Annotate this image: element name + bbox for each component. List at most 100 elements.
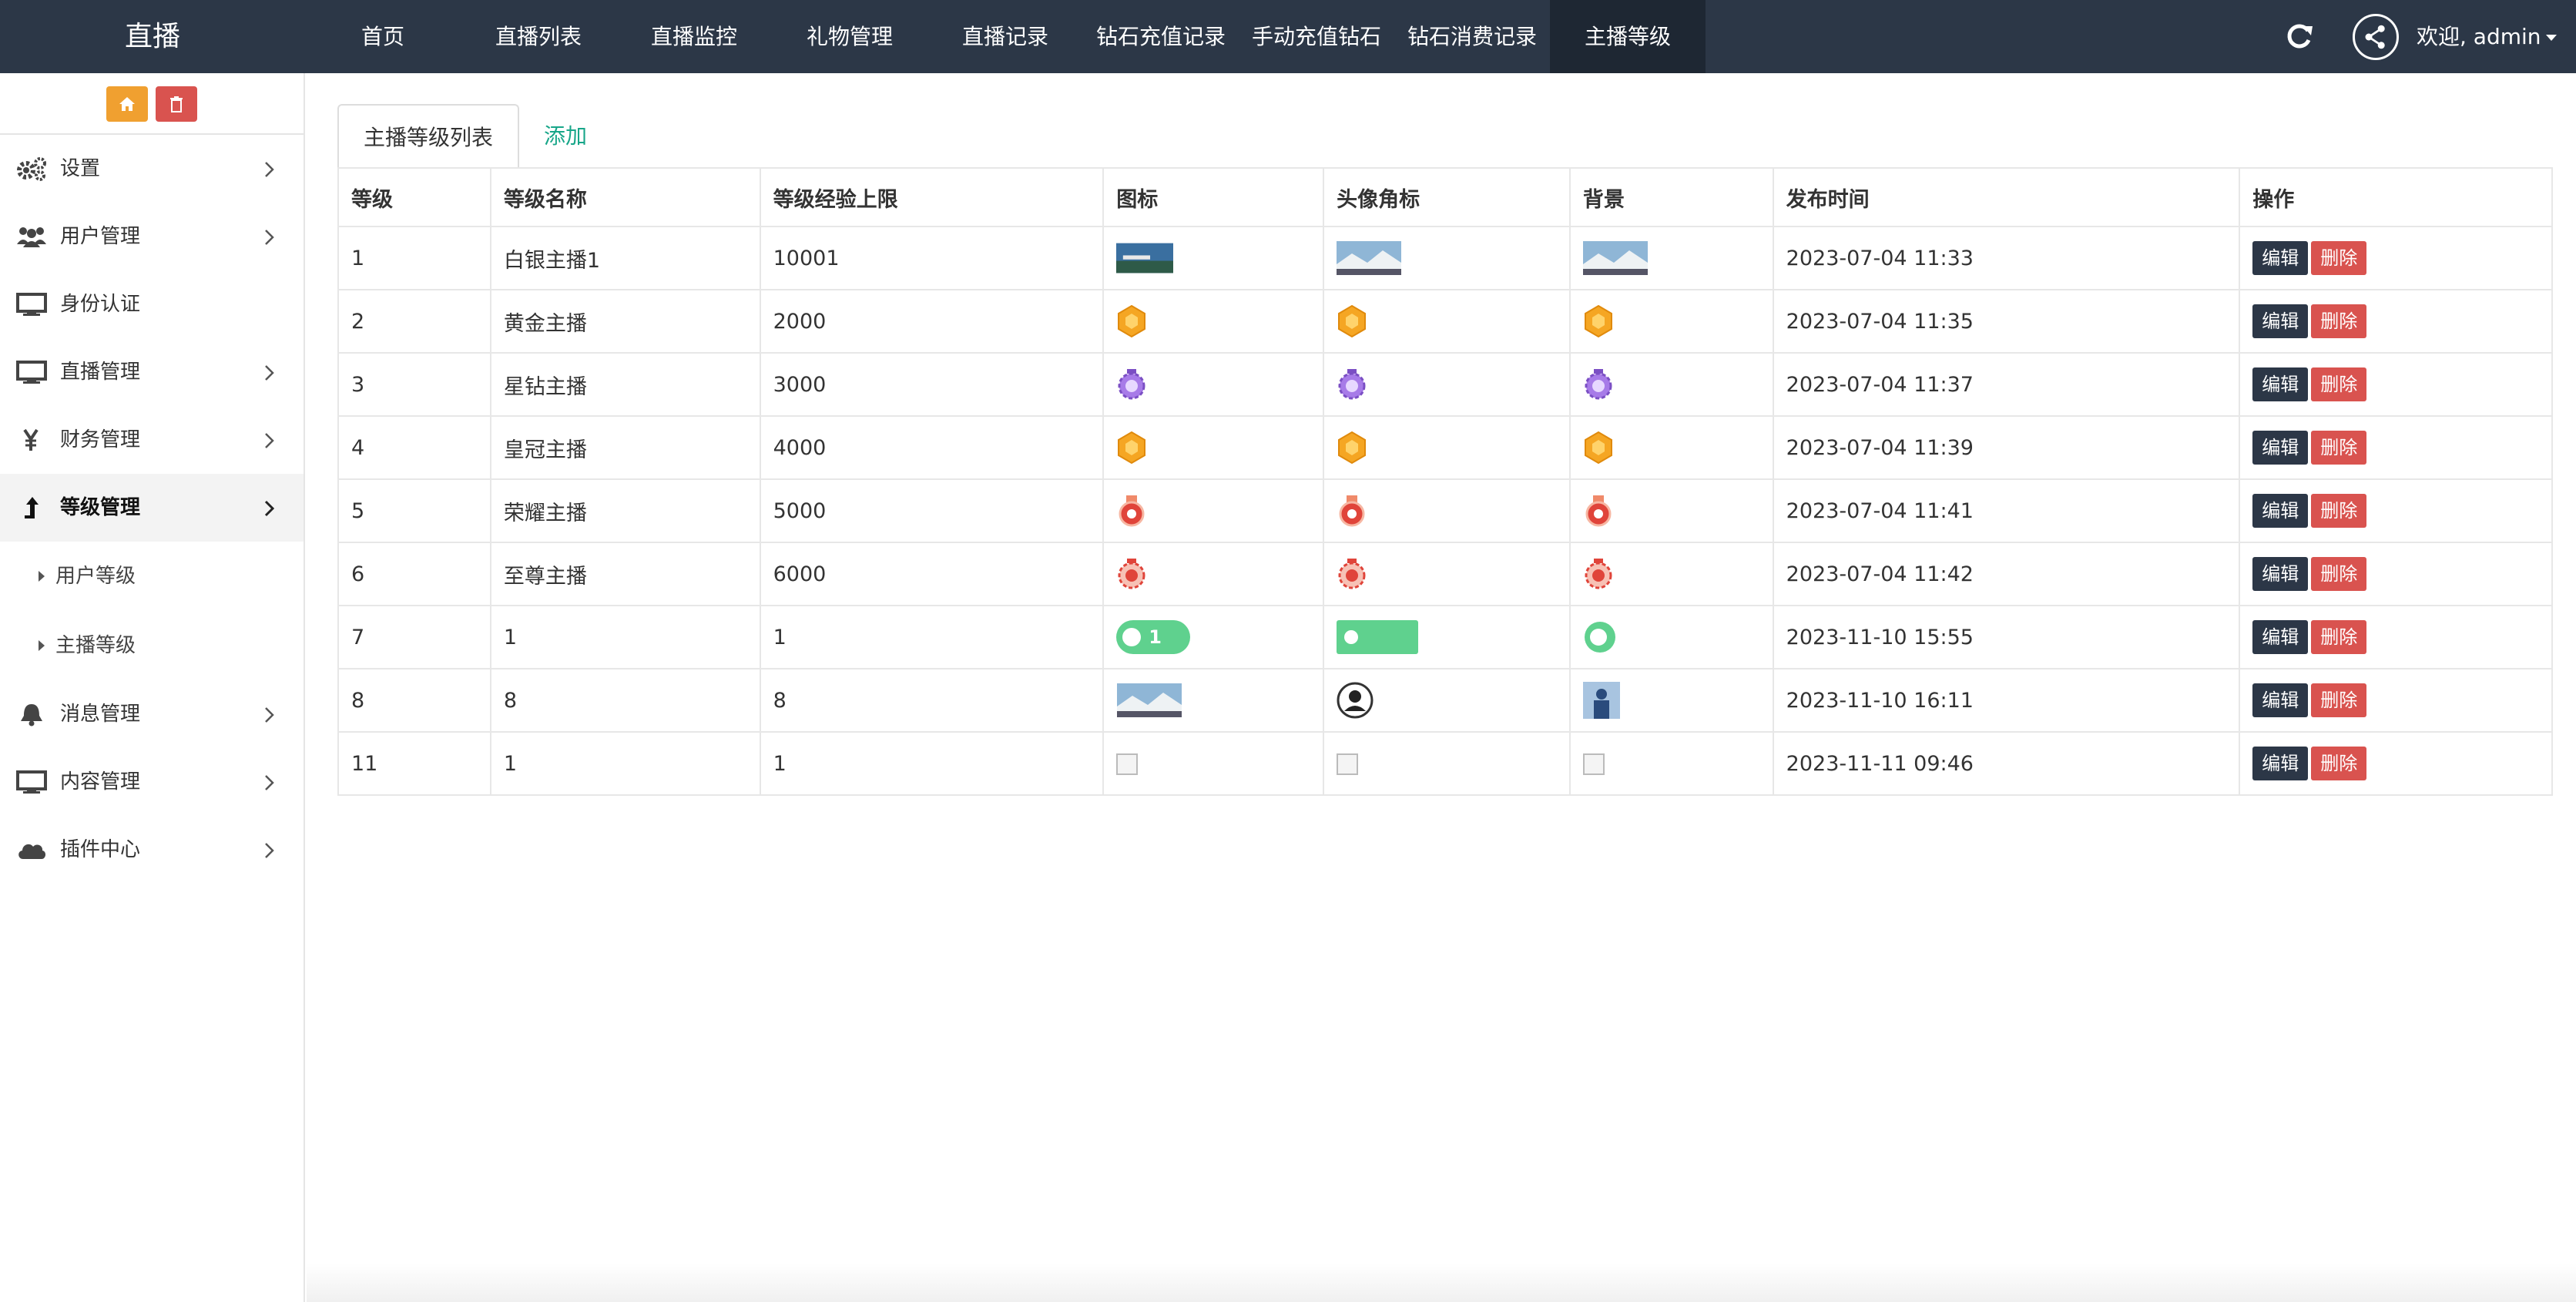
cell-level: 6 [337,542,491,606]
nav-anchor-level[interactable]: 主播等级 [1550,0,1706,73]
delete-button[interactable]: 删除 [2311,683,2367,717]
welcome-text: 欢迎, admin [2417,24,2541,49]
cell-icon-image: 1 [1102,605,1325,669]
sidebar-subitem-anchor-level[interactable]: 主播等级 [0,611,304,680]
sidebar-item-plugins[interactable]: 插件中心 [0,816,304,884]
user-menu[interactable]: 欢迎, admin [2417,0,2557,73]
caret-down-icon [2545,35,2557,41]
sidebar-item-label: 直播管理 [60,361,141,384]
cell-publish-time: 2023-07-04 11:41 [1772,478,2241,543]
sidebar-subitem-label: 用户等级 [55,565,136,588]
cell-background-image [1568,478,1774,543]
sidebar-subitem-user-level[interactable]: 用户等级 [0,542,304,611]
delete-button[interactable]: 删除 [2311,747,2367,780]
sidebar-item-settings[interactable]: 设置 [0,135,304,203]
cell-actions: 编辑 删除 [2239,668,2553,733]
cell-background-image [1568,605,1774,669]
sidebar-item-levels[interactable]: 等级管理 [0,474,304,542]
delete-button[interactable]: 删除 [2311,241,2367,275]
cell-actions: 编辑 删除 [2239,289,2553,354]
sidebar-item-live[interactable]: 直播管理 [0,338,304,406]
tab-add[interactable]: 添加 [519,104,612,169]
table-row: 5 荣耀主播 5000 2023-07-04 11:41 编辑 删除 [337,478,2553,543]
edit-button[interactable]: 编辑 [2252,747,2309,780]
sidebar-item-label: 插件中心 [60,838,141,861]
cell-actions: 编辑 删除 [2239,352,2553,417]
edit-button[interactable]: 编辑 [2252,683,2309,717]
avatar[interactable] [2353,14,2399,60]
cell-exp-limit: 2000 [759,289,1105,354]
chevron-right-icon [265,775,274,790]
delete-button[interactable]: 删除 [2311,431,2367,465]
chevron-right-icon [265,162,274,177]
table-row: 3 星钻主播 3000 2023-07-04 11:37 编辑 删除 [337,352,2553,417]
sidebar-item-content[interactable]: 内容管理 [0,748,304,816]
cell-background-image [1568,289,1774,354]
table-header-row: 等级 等级名称 等级经验上限 图标 头像角标 背景 发布时间 操作 [337,167,2553,227]
cell-exp-limit: 5000 [759,478,1105,543]
cell-level: 1 [337,226,491,290]
cell-publish-time: 2023-11-10 16:11 [1772,668,2241,733]
nav-diamond-consumption[interactable]: 钻石消费记录 [1394,0,1550,73]
cell-actions: 编辑 删除 [2239,731,2553,796]
nav-manual-recharge[interactable]: 手动充值钻石 [1239,0,1394,73]
chevron-right-icon [264,500,274,517]
gears-icon [17,157,46,181]
cell-actions: 编辑 删除 [2239,226,2553,290]
cell-actions: 编辑 删除 [2239,605,2553,669]
cell-background-image [1568,542,1774,606]
sidebar-item-identity[interactable]: 身份认证 [0,270,304,338]
edit-button[interactable]: 编辑 [2252,367,2309,401]
sidebar-item-finance[interactable]: 财务管理 [0,406,304,474]
sidebar-item-messages[interactable]: 消息管理 [0,680,304,748]
edit-button[interactable]: 编辑 [2252,431,2309,465]
table-row: 2 黄金主播 2000 2023-07-04 11:35 编辑 删除 [337,289,2553,354]
cell-level: 11 [337,731,491,796]
edit-button[interactable]: 编辑 [2252,620,2309,654]
sidebar-item-users[interactable]: 用户管理 [0,203,304,270]
cell-exp-limit: 1 [759,731,1105,796]
nav-live-monitor[interactable]: 直播监控 [616,0,772,73]
cell-icon-image [1102,352,1325,417]
cell-exp-limit: 8 [759,668,1105,733]
delete-button[interactable]: 删除 [2311,304,2367,338]
nav-gift-management[interactable]: 礼物管理 [772,0,927,73]
cell-actions: 编辑 删除 [2239,415,2553,480]
refresh-icon[interactable] [2283,20,2314,52]
bottom-shade [307,1263,2576,1302]
edit-button[interactable]: 编辑 [2252,241,2309,275]
delete-button[interactable]: 删除 [2311,620,2367,654]
cell-avatar-badge-image [1323,478,1571,543]
cell-avatar-badge-image [1323,352,1571,417]
cell-avatar-badge-image [1323,731,1571,796]
header-avatar-badge: 头像角标 [1323,167,1571,227]
delete-button[interactable]: 删除 [2311,367,2367,401]
edit-button[interactable]: 编辑 [2252,304,2309,338]
tab-anchor-level-list[interactable]: 主播等级列表 [337,104,520,169]
sidebar-item-label: 等级管理 [60,496,141,519]
cloud-icon [18,844,46,859]
table-row: 8 8 8 2023-11-10 16:11 编辑 删除 [337,668,2553,733]
nav-live-records[interactable]: 直播记录 [927,0,1083,73]
cell-avatar-badge-image [1323,415,1571,480]
edit-button[interactable]: 编辑 [2252,494,2309,528]
sidebar-subitem-label: 主播等级 [55,634,136,657]
table-row: 1 白银主播1 10001 2023-07-04 11:33 编辑 删除 [337,226,2553,290]
cell-exp-limit: 6000 [759,542,1105,606]
clear-cache-button[interactable] [156,86,197,122]
sidebar: 设置 用户管理 身份认证 直播管理 财务管理 等级管理 用户等级 主播等级 消息… [0,73,305,1302]
edit-button[interactable]: 编辑 [2252,557,2309,591]
nav-home[interactable]: 首页 [305,0,461,73]
delete-button[interactable]: 删除 [2311,494,2367,528]
chevron-right-icon [265,230,274,245]
cell-publish-time: 2023-07-04 11:37 [1772,352,2241,417]
delete-button[interactable]: 删除 [2311,557,2367,591]
home-icon [119,97,135,111]
nav-diamond-recharge-records[interactable]: 钻石充值记录 [1083,0,1239,73]
table-row: 4 皇冠主播 4000 2023-07-04 11:39 编辑 删除 [337,415,2553,480]
cell-name: 1 [489,605,761,669]
nav-live-list[interactable]: 直播列表 [461,0,616,73]
brand-title[interactable]: 直播 [0,0,305,73]
cell-publish-time: 2023-11-11 09:46 [1772,731,2241,796]
home-button[interactable] [106,86,148,122]
